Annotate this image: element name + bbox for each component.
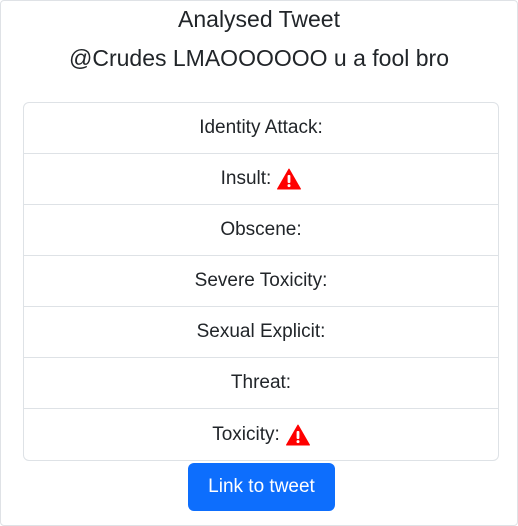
warning-icon [285,424,310,445]
category-label: Toxicity: [212,423,280,445]
category-label: Insult: [220,168,272,189]
category-label: Sexual Explicit: [196,321,326,342]
category-label: Obscene: [220,219,302,240]
category-label: Severe Toxicity: [194,270,328,291]
category-identity-attack: Identity Attack: [24,103,498,154]
tweet-text: @Crudes LMAOOOOOO u a fool bro [69,45,449,71]
category-label: Identity Attack: [199,117,323,138]
category-severe-toxicity: Severe Toxicity: [24,256,498,307]
page-title: Analysed Tweet [178,6,340,32]
category-insult: Insult: [24,154,498,205]
warning-icon [277,168,302,190]
category-obscene: Obscene: [24,205,498,256]
toxicity-category-list: Identity Attack: Insult: Obscene: Severe… [23,102,499,461]
category-toxicity: Toxicity: [24,409,498,460]
link-to-tweet-button[interactable]: Link to tweet [188,463,335,511]
analysed-tweet-card: Analysed Tweet @Crudes LMAOOOOOO u a foo… [0,0,518,526]
category-threat: Threat: [24,358,498,409]
category-sexual-explicit: Sexual Explicit: [24,307,498,358]
category-label: Threat: [230,372,292,393]
